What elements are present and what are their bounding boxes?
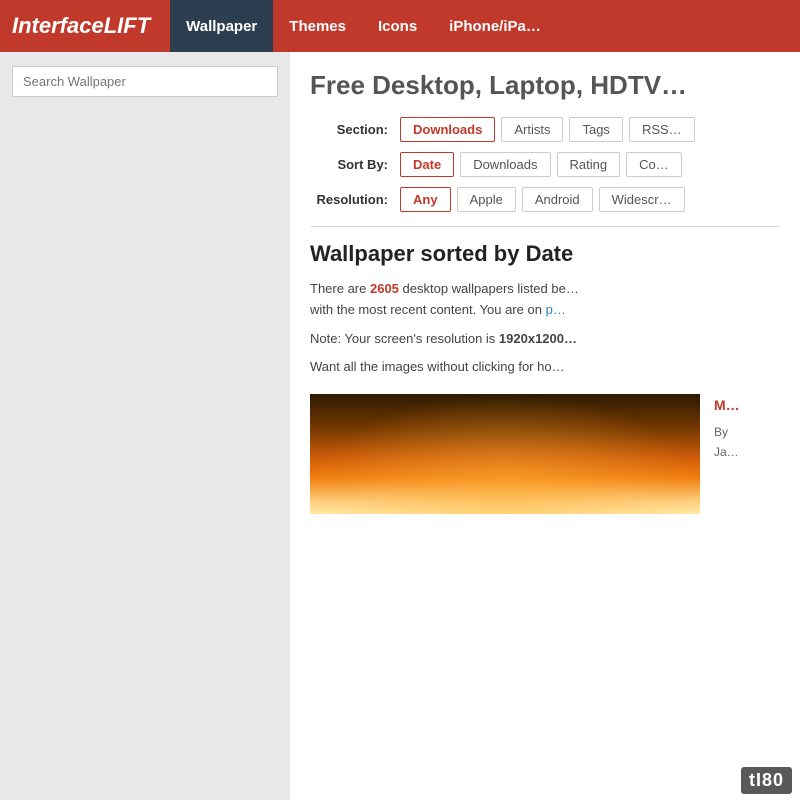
sidebar [0,52,290,800]
section-heading: Wallpaper sorted by Date [310,241,780,267]
resolution-btn-widescreen[interactable]: Widescr… [599,187,685,212]
sort-btn-date[interactable]: Date [400,152,454,177]
page-link[interactable]: p… [546,302,566,317]
nav-iphone[interactable]: iPhone/iPa… [433,0,557,52]
section-label: Section: [310,122,400,137]
wallpaper-by: By [714,422,780,442]
nav-themes[interactable]: Themes [273,0,362,52]
watermark: tI80 [741,767,792,794]
body-text-2: Note: Your screen's resolution is 1920x1… [310,329,780,350]
wallpaper-count: 2605 [370,281,399,296]
screen-resolution: 1920x1200… [499,331,577,346]
resolution-filter-row: Resolution: Any Apple Android Widescr… [310,187,780,212]
section-buttons: Downloads Artists Tags RSS… [400,117,695,142]
resolution-label: Resolution: [310,192,400,207]
body-text-3: Want all the images without clicking for… [310,357,780,378]
sort-buttons: Date Downloads Rating Co… [400,152,682,177]
section-btn-rss[interactable]: RSS… [629,117,695,142]
sort-btn-com[interactable]: Co… [626,152,682,177]
wallpaper-meta: M… By Ja… [714,394,780,463]
header: InterfaceLIFT Wallpaper Themes Icons iPh… [0,0,800,52]
wallpaper-date: Ja… [714,442,780,462]
wallpaper-title[interactable]: M… [714,394,780,418]
main-nav: Wallpaper Themes Icons iPhone/iPa… [170,0,557,52]
sort-btn-rating[interactable]: Rating [557,152,621,177]
body-text-1: There are 2605 desktop wallpapers listed… [310,279,780,321]
resolution-btn-android[interactable]: Android [522,187,593,212]
resolution-btn-apple[interactable]: Apple [457,187,516,212]
nav-wallpaper[interactable]: Wallpaper [170,0,273,52]
site-logo[interactable]: InterfaceLIFT [12,13,150,39]
resolution-btn-any[interactable]: Any [400,187,451,212]
sort-filter-row: Sort By: Date Downloads Rating Co… [310,152,780,177]
thumb-overlay [310,394,700,514]
section-btn-downloads[interactable]: Downloads [400,117,495,142]
sort-btn-downloads[interactable]: Downloads [460,152,550,177]
wallpaper-section: M… By Ja… [310,394,780,514]
layout: Free Desktop, Laptop, HDTV… Section: Dow… [0,52,800,800]
search-input[interactable] [12,66,278,97]
page-title: Free Desktop, Laptop, HDTV… [310,70,780,101]
section-btn-tags[interactable]: Tags [569,117,622,142]
section-filter-row: Section: Downloads Artists Tags RSS… [310,117,780,142]
nav-icons[interactable]: Icons [362,0,433,52]
section-divider [310,226,780,227]
wallpaper-thumbnail[interactable] [310,394,700,514]
main-content: Free Desktop, Laptop, HDTV… Section: Dow… [290,52,800,800]
sort-label: Sort By: [310,157,400,172]
section-btn-artists[interactable]: Artists [501,117,563,142]
resolution-buttons: Any Apple Android Widescr… [400,187,685,212]
